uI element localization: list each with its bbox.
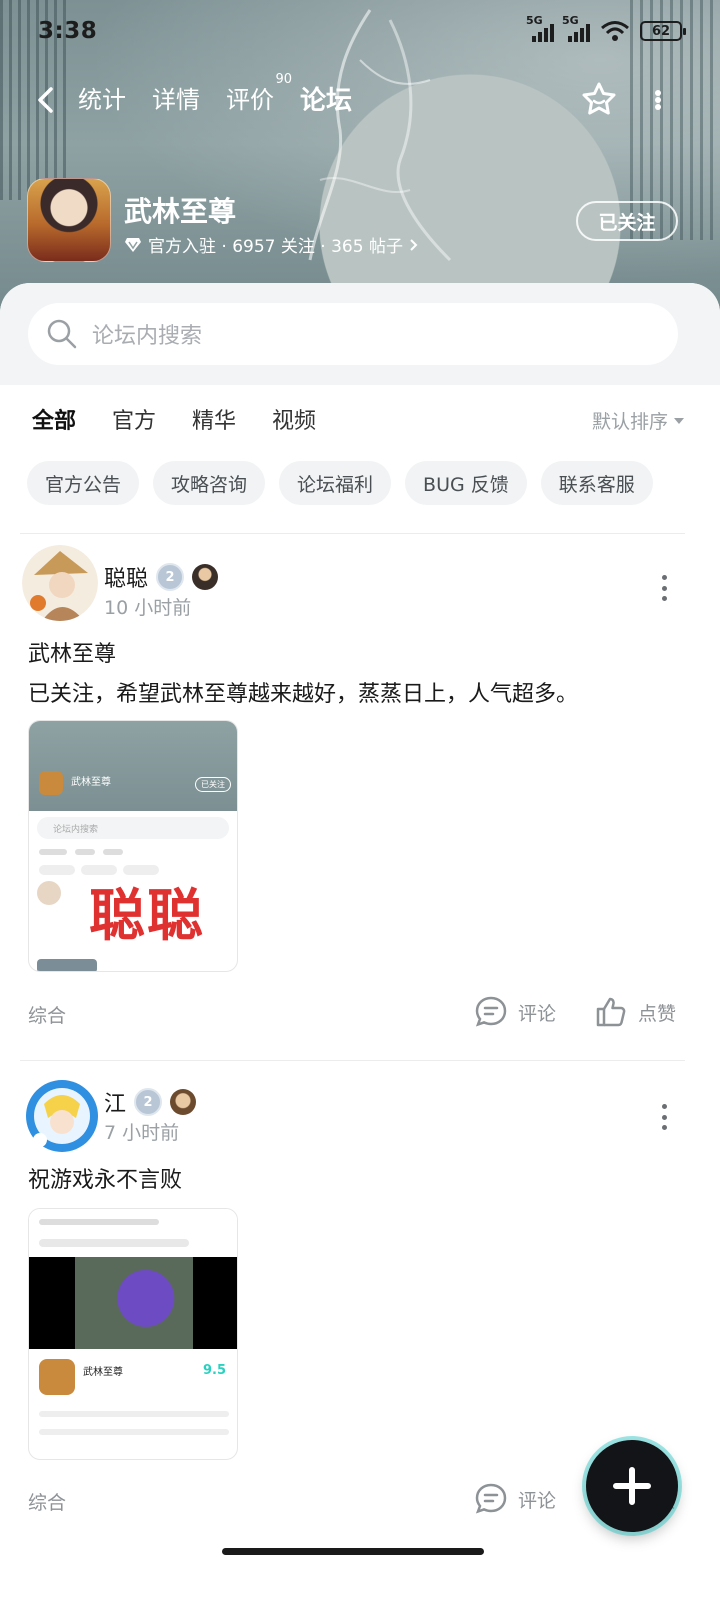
app-meta[interactable]: 官方入驻 · 6957 关注 · 365 帖子 <box>124 232 419 257</box>
avatar[interactable] <box>22 545 98 621</box>
new-post-button[interactable] <box>586 1440 678 1532</box>
post-more-icon[interactable] <box>660 575 668 601</box>
tab-details[interactable]: 详情 <box>152 80 200 123</box>
search-area: 论坛内搜索 <box>0 283 720 385</box>
like-button[interactable]: 点赞 <box>594 995 676 1029</box>
thumbs-up-icon <box>596 997 626 1027</box>
post-title: 武林至尊 <box>28 642 117 667</box>
filter-tab-featured[interactable]: 精华 <box>192 403 236 435</box>
image-overlay-text: 聪聪 <box>89 884 205 949</box>
status-bar: 3:38 5G 5G 62 <box>0 0 720 62</box>
post-author[interactable]: 聪聪 2 <box>104 561 219 593</box>
review-score-badge: 90 <box>275 72 292 87</box>
divider <box>20 533 685 534</box>
post-time: 10 小时前 <box>104 597 192 619</box>
caret-down-icon <box>674 417 684 424</box>
post-author[interactable]: 江 2 <box>104 1086 197 1118</box>
post-image[interactable]: 武林至尊 9.5 <box>28 1208 238 1460</box>
chip-announcement[interactable]: 官方公告 <box>27 461 140 505</box>
level-badge: 2 <box>156 563 185 591</box>
search-input[interactable]: 论坛内搜索 <box>28 303 678 365</box>
post-category: 综合 <box>28 1005 67 1027</box>
author-name: 江 <box>104 1092 127 1117</box>
home-indicator[interactable] <box>222 1548 484 1555</box>
app-meta-text: 官方入驻 · 6957 关注 · 365 帖子 <box>148 237 403 257</box>
author-name: 聪聪 <box>104 567 149 592</box>
filter-tabs: 全部 官方 精华 视频 <box>32 403 316 437</box>
medal-icon <box>192 564 219 590</box>
tab-reviews[interactable]: 评价 90 <box>226 72 292 123</box>
battery-icon: 62 <box>640 21 686 41</box>
post-body: 已关注，希望武林至尊越来越好，蒸蒸日上，人气超多。 <box>28 682 579 707</box>
system-icons: 5G 5G 62 <box>526 14 686 42</box>
divider <box>20 1060 685 1061</box>
filter-tab-video[interactable]: 视频 <box>272 403 316 435</box>
diamond-icon <box>125 237 141 252</box>
medal-icon <box>170 1089 197 1115</box>
top-tabs: 统计 详情 评价 90 论坛 <box>78 72 353 123</box>
post-card[interactable]: 聪聪 2 10 小时前 武林至尊 已关注，希望武林至尊越来越好，蒸蒸日上，人气超… <box>0 545 720 1045</box>
filter-tab-official[interactable]: 官方 <box>112 403 156 435</box>
back-arrow-icon[interactable] <box>36 86 56 114</box>
post-time: 7 小时前 <box>104 1122 180 1144</box>
comment-icon <box>475 1483 507 1514</box>
tab-forum[interactable]: 论坛 <box>300 80 353 123</box>
search-placeholder: 论坛内搜索 <box>92 324 203 349</box>
avatar[interactable] <box>24 1078 100 1154</box>
chip-support[interactable]: 联系客服 <box>540 461 653 505</box>
level-badge: 2 <box>134 1088 163 1116</box>
sort-dropdown[interactable]: 默认排序 <box>592 407 684 434</box>
post-image[interactable]: 武林至尊 已关注 论坛内搜索 聪聪 <box>28 720 238 972</box>
status-time: 3:38 <box>38 18 98 44</box>
post-title: 祝游戏永不言败 <box>28 1168 183 1193</box>
top-nav: 统计 详情 评价 90 论坛 <box>0 70 720 130</box>
plus-icon <box>613 1467 651 1505</box>
signal-icon: 5G <box>562 14 590 42</box>
category-chips: 官方公告 攻略咨询 论坛福利 BUG 反馈 联系客服 <box>27 461 653 505</box>
chevron-right-icon <box>410 238 418 251</box>
comment-button[interactable]: 评论 <box>474 995 556 1029</box>
app-icon[interactable] <box>27 178 111 262</box>
signal-icon: 5G <box>526 14 554 42</box>
post-category: 综合 <box>28 1492 67 1514</box>
comment-button[interactable]: 评论 <box>474 1482 556 1516</box>
chip-bug-report[interactable]: BUG 反馈 <box>405 461 527 505</box>
chip-guides[interactable]: 攻略咨询 <box>153 461 266 505</box>
post-footer: 综合 评论 点赞 <box>0 995 720 1035</box>
post-more-icon[interactable] <box>660 1104 668 1130</box>
sort-label: 默认排序 <box>591 411 668 433</box>
chip-benefits[interactable]: 论坛福利 <box>279 461 392 505</box>
wifi-icon <box>601 21 629 41</box>
filter-tab-all[interactable]: 全部 <box>32 403 76 437</box>
comment-icon <box>475 996 507 1027</box>
follow-button[interactable]: 已关注 <box>576 201 678 241</box>
app-name: 武林至尊 <box>124 195 237 228</box>
star-icon[interactable] <box>580 80 618 118</box>
more-options-icon[interactable] <box>650 84 666 116</box>
tab-stats[interactable]: 统计 <box>78 80 126 123</box>
search-icon <box>47 319 77 349</box>
